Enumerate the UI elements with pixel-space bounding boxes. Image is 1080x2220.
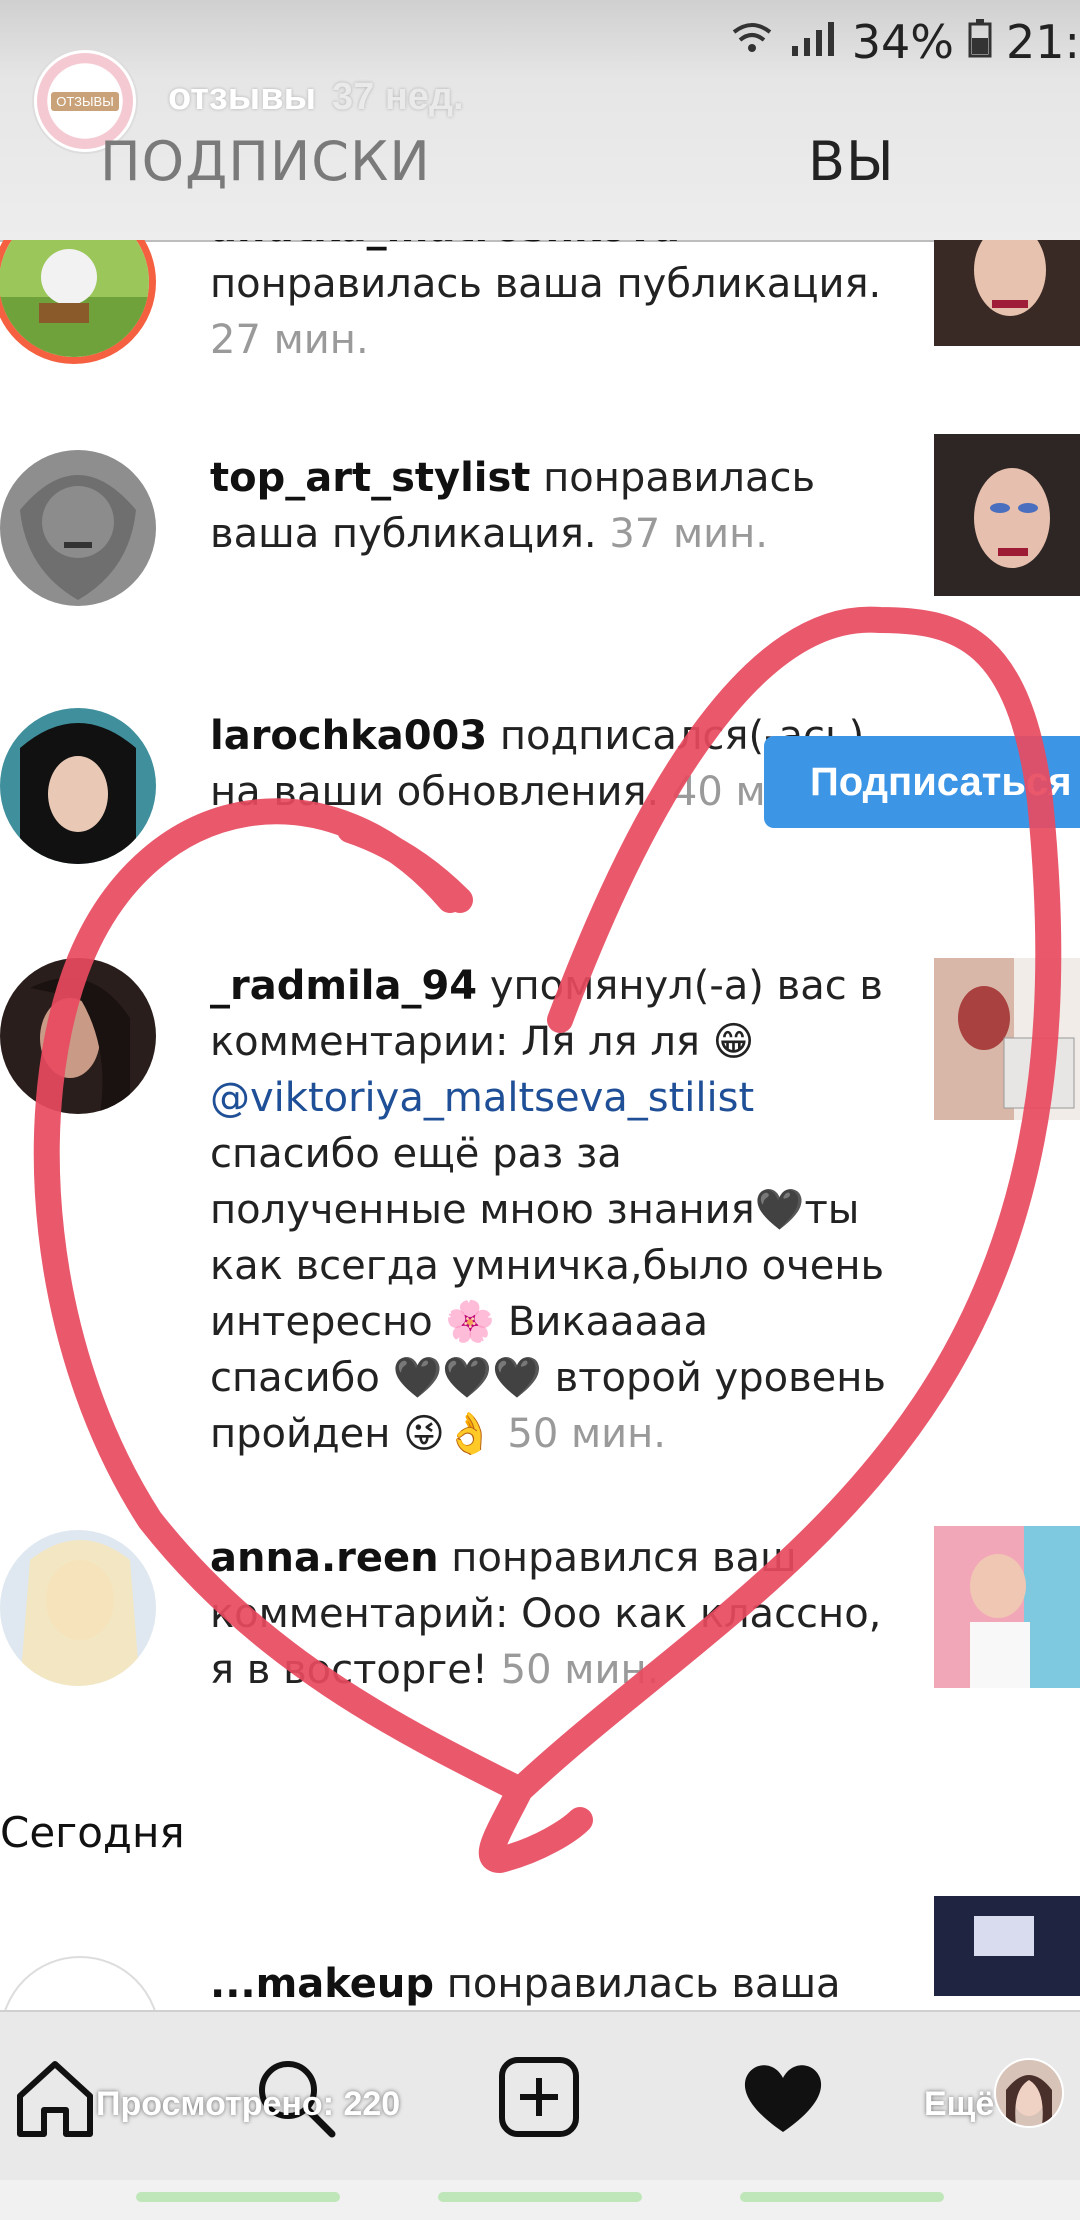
gesture-pill-right [740,2192,944,2202]
story-time: 37 нед. [332,76,464,118]
notification-time: 50 мин. [494,1411,667,1457]
clock: 21: [1005,15,1080,69]
avatar[interactable] [0,1956,160,2010]
notification-time: 37 мин. [596,511,769,557]
post-thumbnail[interactable] [934,240,1080,346]
avatar[interactable] [0,240,156,364]
status-right: 34% 21: [730,12,1080,72]
post-thumbnail[interactable] [934,434,1080,596]
battery-percent: 34% [851,15,954,69]
story-name: отзывы [168,76,317,118]
notification-text: anutka_matroshkova понравилась ваша публ… [210,240,890,368]
story-avatar-text: ОТЗЫВЫ [51,91,119,111]
post-thumbnail[interactable] [934,1896,1080,1996]
heart-icon[interactable] [738,2052,828,2142]
username[interactable]: larochka003 [210,713,487,759]
notification-time: 27 мин. [210,317,369,363]
avatar[interactable] [0,1530,156,1686]
post-thumbnail[interactable] [934,1526,1080,1688]
notification-text: anna.reen понравился ваш комментарий: Оо… [210,1530,890,1698]
notification-text: top_art_stylist понравилась ваша публика… [210,450,890,562]
activity-feed[interactable]: anutka_matroshkova понравилась ваша публ… [0,240,1080,2010]
story-title: отзывы 37 нед. [168,76,464,119]
username[interactable]: anutka_matroshkova [210,240,680,251]
wifi-icon [730,15,774,69]
gesture-pill-center [438,2192,642,2202]
avatar[interactable] [0,958,156,1114]
username[interactable]: _radmila_94 [210,963,477,1009]
post-thumbnail[interactable] [934,958,1080,1120]
mention-link[interactable]: @viktoriya_maltseva_stilist [210,1075,754,1121]
profile-avatar[interactable] [994,2058,1064,2128]
battery-icon [968,15,992,69]
notification-body-continued: спасибо ещё раз за полученные мною знани… [210,1131,886,1457]
username[interactable]: top_art_stylist [210,455,530,501]
tab-following[interactable]: ПОДПИСКИ [100,130,431,193]
notification-text: _radmila_94 упомянул(-а) вас в комментар… [210,958,890,1462]
username[interactable]: anna.reen [210,1535,439,1581]
notification-time: 50 мин. [487,1647,660,1693]
home-icon[interactable] [10,2052,100,2142]
story-views-count[interactable]: Просмотрено: 220 [96,2085,400,2124]
notification-body: понравилась ваша публикация. [210,261,882,307]
notification-text: ...makeup понравилась ваша [210,1956,890,2010]
story-more-button[interactable]: Ещё [924,2085,994,2124]
status-bar: 34% 21: [0,0,1080,80]
notification-body: понравилась ваша [434,1961,841,2007]
tab-you[interactable]: ВЫ [808,130,895,193]
username[interactable]: ...makeup [210,1961,434,2007]
section-header-today: Сегодня [0,1808,185,1857]
avatar[interactable] [0,708,156,864]
gesture-pill-left [136,2192,340,2202]
avatar[interactable] [0,450,156,606]
signal-icon [788,15,838,69]
follow-button[interactable]: Подписаться [764,736,1080,828]
add-post-icon[interactable] [494,2052,584,2142]
